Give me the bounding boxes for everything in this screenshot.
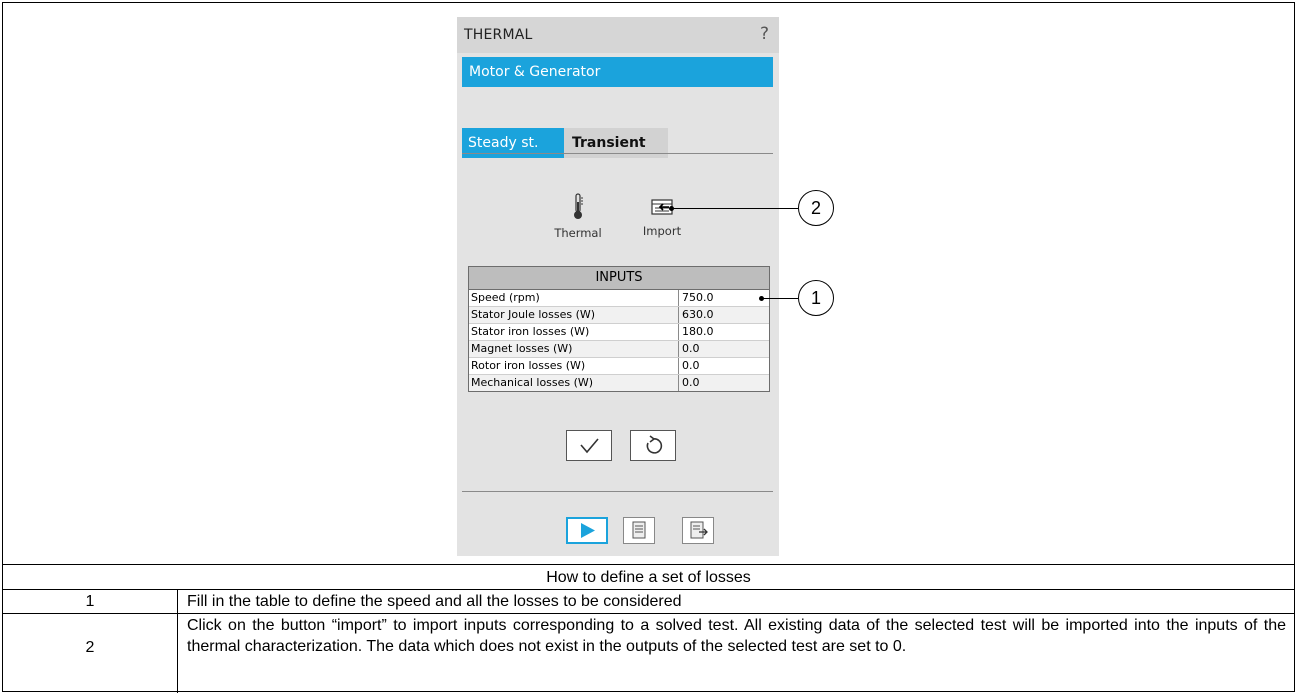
validate-button[interactable] [566, 430, 612, 461]
help-icon[interactable]: ? [760, 24, 769, 44]
row-number: 1 [85, 593, 95, 610]
panel-header: THERMAL ? [457, 17, 779, 53]
input-label: Stator iron losses (W) [469, 324, 679, 340]
input-value[interactable]: 750.0 [679, 290, 769, 306]
table-row: Stator Joule losses (W) 630.0 [469, 307, 769, 324]
table-row: Magnet losses (W) 0.0 [469, 341, 769, 358]
input-label: Rotor iron losses (W) [469, 358, 679, 374]
table-column-divider [177, 589, 178, 693]
input-value[interactable]: 630.0 [679, 307, 769, 323]
thermal-panel: THERMAL ? Motor & Generator Steady st. T… [457, 17, 779, 556]
document-table: THERMAL ? Motor & Generator Steady st. T… [2, 2, 1295, 693]
thermal-tool-button[interactable]: Thermal [543, 192, 613, 240]
import-button[interactable]: Import [627, 192, 697, 238]
import-tool-label: Import [642, 224, 682, 238]
run-button[interactable] [566, 517, 608, 544]
table-row: Speed (rpm) 750.0 [469, 290, 769, 307]
reset-button[interactable] [630, 430, 676, 461]
input-label: Speed (rpm) [469, 290, 679, 306]
report-icon [632, 521, 646, 539]
input-value[interactable]: 180.0 [679, 324, 769, 340]
export-icon [690, 521, 708, 539]
table-row: Rotor iron losses (W) 0.0 [469, 358, 769, 375]
inputs-header: INPUTS [469, 267, 769, 290]
input-label: Magnet losses (W) [469, 341, 679, 357]
row-number: 2 [85, 639, 95, 656]
input-value[interactable]: 0.0 [679, 358, 769, 374]
module-label: Motor & Generator [469, 64, 601, 80]
input-value[interactable]: 0.0 [679, 375, 769, 391]
table-divider [3, 589, 1294, 590]
module-bar[interactable]: Motor & Generator [462, 57, 773, 87]
reset-icon [646, 435, 663, 454]
thermometer-icon [574, 193, 583, 219]
row-description: Fill in the table to define the speed an… [187, 593, 682, 610]
input-label: Mechanical losses (W) [469, 375, 679, 391]
divider [462, 153, 773, 154]
inputs-table: INPUTS Speed (rpm) 750.0 Stator Joule lo… [468, 266, 770, 392]
table-row: Stator iron losses (W) 180.0 [469, 324, 769, 341]
export-button[interactable] [682, 517, 714, 544]
callout-1: 1 [798, 280, 834, 316]
table-divider [3, 564, 1294, 565]
table-row: Mechanical losses (W) 0.0 [469, 375, 769, 391]
callout-2: 2 [798, 190, 834, 226]
play-icon [581, 523, 595, 538]
panel-title: THERMAL [464, 27, 533, 43]
input-value[interactable]: 0.0 [679, 341, 769, 357]
callout-leader [762, 298, 798, 299]
input-label: Stator Joule losses (W) [469, 307, 679, 323]
figure-caption: How to define a set of losses [546, 569, 751, 586]
divider [462, 491, 773, 492]
thermal-tool-label: Thermal [554, 226, 602, 240]
table-divider [3, 613, 1294, 614]
callout-leader [672, 208, 798, 209]
row-description: Click on the button “import” to import i… [187, 617, 1286, 655]
report-button[interactable] [623, 517, 655, 544]
checkmark-icon [580, 438, 599, 454]
